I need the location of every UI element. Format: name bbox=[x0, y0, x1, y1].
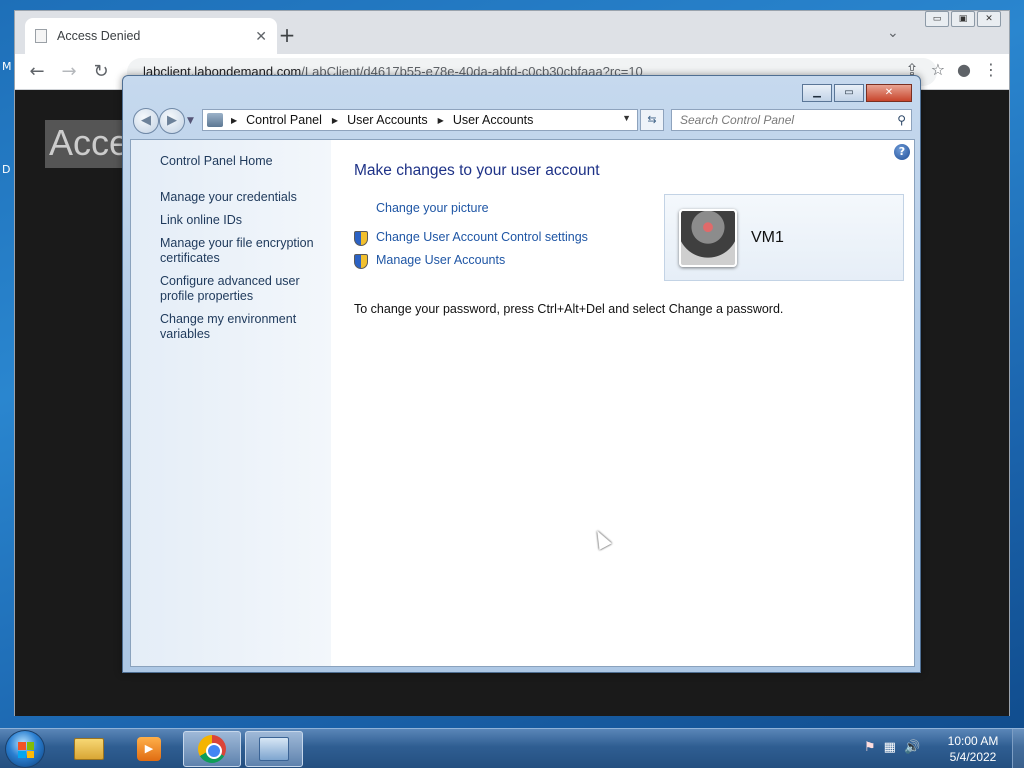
volume-icon[interactable]: 🔊 bbox=[904, 740, 920, 755]
uac-settings-link[interactable]: Change User Account Control settings bbox=[376, 230, 588, 244]
close-button[interactable]: ✕ bbox=[866, 84, 912, 102]
chrome-icon bbox=[198, 735, 226, 763]
breadcrumb-item[interactable]: User Accounts bbox=[453, 113, 534, 127]
change-picture-link[interactable]: Change your picture bbox=[376, 201, 489, 215]
clock-date: 5/4/2022 bbox=[949, 750, 997, 764]
uac-shield-icon bbox=[354, 254, 368, 269]
control-panel-home-link[interactable]: Control Panel Home bbox=[160, 154, 325, 169]
search-icon[interactable]: ⚲ bbox=[897, 110, 906, 130]
window-caption-buttons: ▁ ▭ ✕ bbox=[802, 84, 912, 102]
help-icon[interactable]: ? bbox=[894, 144, 910, 160]
page-title: Make changes to your user account bbox=[354, 162, 600, 179]
control-panel-window: ▁ ▭ ✕ ◀ ▶ ▼ ▶ Control Panel ▶ User Accou… bbox=[122, 75, 921, 673]
new-tab-button[interactable]: + bbox=[275, 23, 299, 47]
user-name: VM1 bbox=[751, 229, 784, 246]
environment-variables-link[interactable]: Change my environment variables bbox=[160, 312, 325, 342]
navigation-buttons: ◀ ▶ ▼ bbox=[133, 108, 194, 134]
page-icon bbox=[35, 29, 47, 43]
chevron-down-icon[interactable]: ▼ bbox=[622, 113, 631, 123]
clock-time: 10:00 AM bbox=[947, 734, 999, 748]
manage-credentials-link[interactable]: Manage your credentials bbox=[160, 190, 325, 205]
control-panel-icon bbox=[207, 113, 223, 127]
desktop-text-fragment: M bbox=[2, 60, 12, 73]
minimize-button[interactable]: ▁ bbox=[802, 84, 832, 102]
breadcrumb-separator-icon[interactable]: ▶ bbox=[231, 116, 237, 125]
back-button[interactable]: ◀ bbox=[133, 108, 159, 134]
taskbar-media-player[interactable]: ▶ bbox=[120, 731, 178, 767]
folder-icon bbox=[74, 738, 104, 760]
browser-tab[interactable]: Access Denied ✕ bbox=[25, 18, 277, 54]
profile-icon[interactable]: ● bbox=[957, 60, 971, 79]
recent-pages-dropdown-icon[interactable]: ▼ bbox=[187, 116, 194, 134]
page-heading: Acce bbox=[45, 120, 125, 168]
minimize-button[interactable]: ▭ bbox=[925, 11, 949, 27]
taskbar-chrome[interactable] bbox=[183, 731, 241, 767]
forward-icon[interactable]: → bbox=[57, 60, 81, 84]
menu-icon[interactable]: ⋮ bbox=[983, 60, 999, 79]
uac-shield-icon bbox=[354, 231, 368, 246]
browser-window-controls: ▭ ▣ ✕ bbox=[925, 11, 1001, 27]
clock[interactable]: 10:00 AM 5/4/2022 bbox=[940, 733, 1006, 765]
start-button[interactable] bbox=[5, 730, 45, 768]
breadcrumb-separator-icon[interactable]: ▶ bbox=[332, 116, 338, 125]
desktop-text-fragment: D bbox=[2, 163, 11, 176]
control-panel-icon bbox=[259, 737, 289, 761]
tab-title: Access Denied bbox=[57, 29, 141, 43]
maximize-button[interactable]: ▣ bbox=[951, 11, 975, 27]
breadcrumb-item[interactable]: Control Panel bbox=[246, 113, 322, 127]
advanced-profile-link[interactable]: Configure advanced user profile properti… bbox=[160, 274, 325, 304]
action-center-icon[interactable]: ⚑ bbox=[864, 740, 876, 755]
back-icon[interactable]: ← bbox=[25, 60, 49, 84]
breadcrumb-item[interactable]: User Accounts bbox=[347, 113, 428, 127]
star-icon[interactable]: ☆ bbox=[931, 60, 945, 79]
forward-button[interactable]: ▶ bbox=[159, 108, 185, 134]
reload-icon[interactable]: ↻ bbox=[89, 60, 113, 84]
link-online-ids-link[interactable]: Link online IDs bbox=[160, 213, 325, 228]
close-button[interactable]: ✕ bbox=[977, 11, 1001, 27]
refresh-button[interactable]: ⇆ bbox=[640, 109, 664, 131]
taskbar: ▶ ⚑ ▦ 🔊 10:00 AM 5/4/2022 bbox=[0, 728, 1024, 768]
breadcrumb-separator-icon[interactable]: ▶ bbox=[438, 116, 444, 125]
file-encryption-link[interactable]: Manage your file encryption certificates bbox=[160, 236, 325, 266]
system-tray: ⚑ ▦ 🔊 bbox=[864, 740, 920, 755]
search-input[interactable]: Search Control Panel ⚲ bbox=[671, 109, 912, 131]
manage-user-accounts-link[interactable]: Manage User Accounts bbox=[376, 253, 505, 267]
task-pane: Control Panel Home Manage your credentia… bbox=[131, 140, 331, 666]
control-panel-content: Control Panel Home Manage your credentia… bbox=[130, 139, 915, 667]
taskbar-control-panel[interactable] bbox=[245, 731, 303, 767]
tab-search-icon[interactable]: ⌄ bbox=[887, 25, 899, 41]
breadcrumb[interactable]: ▶ Control Panel ▶ User Accounts ▶ User A… bbox=[202, 109, 638, 131]
network-icon[interactable]: ▦ bbox=[884, 740, 896, 755]
tab-close-icon[interactable]: ✕ bbox=[255, 28, 267, 45]
taskbar-file-explorer[interactable] bbox=[60, 731, 118, 767]
search-placeholder: Search Control Panel bbox=[680, 113, 795, 127]
password-instructions: To change your password, press Ctrl+Alt+… bbox=[354, 302, 784, 316]
media-player-icon: ▶ bbox=[137, 737, 161, 761]
user-picture bbox=[679, 209, 737, 267]
main-pane: ? Make changes to your user account Chan… bbox=[331, 140, 914, 666]
windows-logo-icon bbox=[18, 742, 34, 758]
user-account-tile: VM1 bbox=[664, 194, 904, 281]
maximize-button[interactable]: ▭ bbox=[834, 84, 864, 102]
show-desktop-button[interactable] bbox=[1012, 729, 1024, 768]
